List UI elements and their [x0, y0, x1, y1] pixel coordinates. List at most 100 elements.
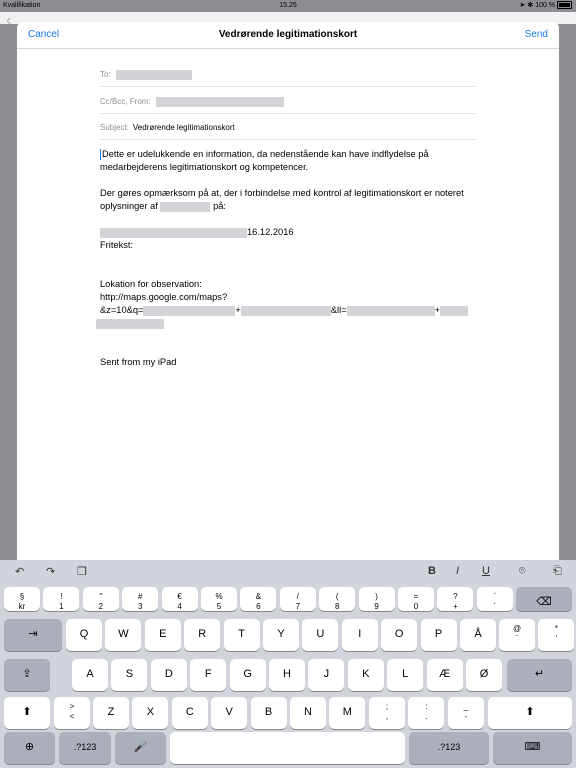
- key-t[interactable]: T: [223, 619, 260, 651]
- mode-key-left[interactable]: .?123: [59, 732, 111, 764]
- attachment-icon[interactable]: ⎗: [553, 565, 562, 578]
- to-field[interactable]: To:: [100, 64, 476, 87]
- shift-right-key[interactable]: ⬆: [488, 697, 572, 729]
- key-top-label: ?: [453, 592, 458, 601]
- tab-key[interactable]: ⇥: [4, 619, 62, 651]
- key-bottom-label: -: [464, 712, 468, 721]
- key-punct-0[interactable]: ;,: [369, 697, 405, 729]
- key-q[interactable]: Q: [66, 619, 102, 651]
- key-top-label: ": [99, 592, 103, 601]
- key-v[interactable]: V: [211, 697, 248, 729]
- key-l[interactable]: L: [387, 659, 424, 691]
- redacted-coord-5: [96, 318, 164, 329]
- globe-key[interactable]: ⊕: [4, 732, 55, 764]
- compose-title: Vedrørende legitimationskort: [218, 29, 358, 40]
- key-top-label: (: [335, 592, 339, 601]
- underline-button[interactable]: U: [482, 565, 490, 577]
- shift-left-key[interactable]: ⬆: [4, 697, 50, 729]
- key-top-label: §: [19, 592, 25, 601]
- key-f[interactable]: F: [190, 659, 227, 691]
- caps-lock-key[interactable]: ⇪: [4, 659, 50, 691]
- key-num-4[interactable]: €4: [161, 587, 198, 611]
- italic-button[interactable]: I: [456, 565, 459, 577]
- subject-field[interactable]: Subject: Vedrørende legitimationskort: [100, 117, 476, 140]
- status-time: 15.25: [279, 2, 297, 9]
- url-ll: &ll=: [330, 305, 347, 315]
- space-bar[interactable]: [170, 732, 405, 764]
- key-i[interactable]: I: [341, 619, 378, 651]
- key-bottom-label: 8: [334, 602, 340, 611]
- key-o[interactable]: O: [381, 619, 418, 651]
- key-b[interactable]: B: [250, 697, 287, 729]
- undo-icon[interactable]: ↶: [15, 565, 24, 578]
- key-extra-0[interactable]: @ ¨: [499, 619, 535, 651]
- key-y[interactable]: Y: [263, 619, 299, 651]
- key-top-label: ): [375, 592, 378, 601]
- key-top-label: >: [69, 702, 75, 711]
- key-num-9[interactable]: ) 9: [358, 587, 395, 611]
- key-n[interactable]: N: [290, 697, 326, 729]
- key-u[interactable]: U: [302, 619, 339, 651]
- key-punct-1[interactable]: :.: [408, 697, 445, 729]
- key-m[interactable]: M: [329, 697, 366, 729]
- key-bottom-label: 1: [59, 602, 64, 611]
- key-num-7[interactable]: /7: [279, 587, 316, 611]
- subject-value: Vedrørende legitimationskort: [132, 123, 235, 132]
- key-å[interactable]: Å: [460, 619, 496, 651]
- key-p[interactable]: P: [420, 619, 457, 651]
- key-æ[interactable]: Æ: [426, 659, 463, 691]
- key-num-10[interactable]: = 0: [398, 587, 434, 611]
- key-w[interactable]: W: [105, 619, 142, 651]
- key-num-11[interactable]: ? +: [437, 587, 474, 611]
- key-ø[interactable]: Ø: [466, 659, 502, 691]
- key-z[interactable]: Z: [93, 697, 129, 729]
- key-num-8[interactable]: (8: [319, 587, 356, 611]
- key-bottom-label: .: [425, 712, 428, 721]
- key-top-label: `: [493, 592, 497, 601]
- key-h[interactable]: H: [269, 659, 305, 691]
- back-chevron-icon[interactable]: ‹: [6, 12, 11, 30]
- redacted-employee: [100, 227, 247, 238]
- key-j[interactable]: J: [308, 659, 345, 691]
- key-d[interactable]: D: [150, 659, 187, 691]
- map-url-line-1[interactable]: http://maps.google.com/maps?: [100, 291, 480, 304]
- bold-button[interactable]: B: [428, 565, 436, 577]
- key-punct-2[interactable]: _ -: [447, 697, 484, 729]
- key-num-6[interactable]: & 6: [240, 587, 277, 611]
- redo-icon[interactable]: ↷: [46, 565, 55, 578]
- key-c[interactable]: C: [171, 697, 208, 729]
- key-top-label: =: [413, 592, 419, 601]
- return-key[interactable]: ↵: [507, 659, 572, 691]
- key-k[interactable]: K: [347, 659, 384, 691]
- send-button[interactable]: Send: [525, 29, 548, 40]
- camera-icon[interactable]: ⌾: [519, 565, 526, 578]
- key-angle[interactable]: > <: [54, 697, 90, 729]
- body-paragraph-1: Dette er udelukkende en information, da …: [100, 149, 429, 172]
- key-num-1[interactable]: ! 1: [43, 587, 80, 611]
- redacted-coord-1: [143, 305, 236, 316]
- key-num-12[interactable]: ` ´: [476, 587, 513, 611]
- message-body[interactable]: Dette er udelukkende en information, da …: [96, 148, 480, 369]
- key-num-0[interactable]: § kr: [4, 587, 40, 611]
- paste-icon[interactable]: ❐: [77, 565, 87, 578]
- dictation-key[interactable]: 🎤: [115, 732, 166, 764]
- delete-key[interactable]: ⌫: [516, 587, 572, 611]
- key-num-3[interactable]: #3: [122, 587, 159, 611]
- key-num-5[interactable]: % 5: [201, 587, 237, 611]
- key-x[interactable]: X: [132, 697, 169, 729]
- key-num-2[interactable]: " 2: [82, 587, 119, 611]
- map-url-line-2[interactable]: &z=10&q= + &ll= +: [100, 304, 480, 317]
- key-g[interactable]: G: [229, 659, 266, 691]
- hide-keyboard-key[interactable]: ⌨: [493, 732, 572, 764]
- key-a[interactable]: A: [72, 659, 108, 691]
- key-r[interactable]: R: [184, 619, 221, 651]
- cc-from-field[interactable]: Cc/Bcc, From:: [100, 91, 476, 114]
- key-top-label: %: [215, 592, 223, 601]
- key-extra-1[interactable]: * ': [538, 619, 575, 651]
- key-e[interactable]: E: [144, 619, 181, 651]
- signature: Sent from my iPad: [100, 357, 177, 367]
- text-cursor: [100, 149, 101, 161]
- mode-key-right[interactable]: .?123: [409, 732, 489, 764]
- key-s[interactable]: S: [111, 659, 148, 691]
- key-top-label: #: [137, 592, 143, 601]
